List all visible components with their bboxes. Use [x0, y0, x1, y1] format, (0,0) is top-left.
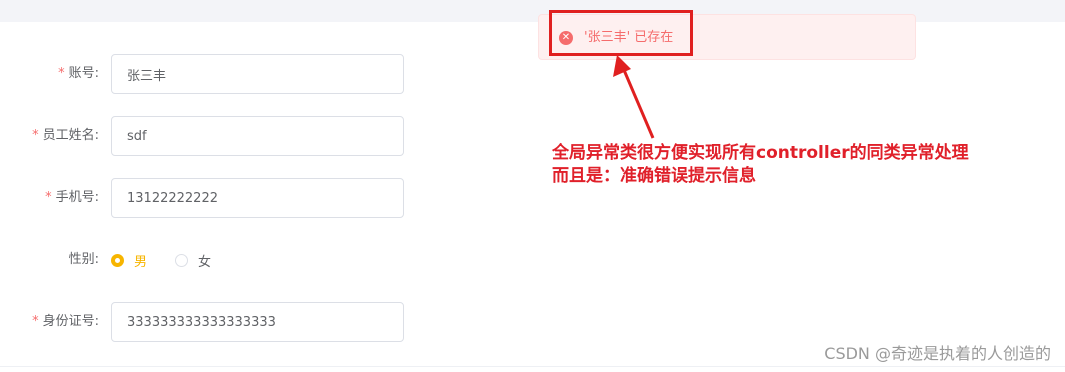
- required-mark: *: [58, 66, 65, 81]
- phone-label-text: 手机号:: [55, 190, 99, 205]
- phone-label: * 手机号:: [45, 178, 99, 218]
- form-row-phone: * 手机号:: [0, 178, 520, 218]
- employee-name-input[interactable]: [111, 116, 404, 156]
- radio-checked-icon[interactable]: [111, 253, 124, 267]
- annotation-arrow-line: [622, 69, 655, 139]
- id-card-input[interactable]: [111, 302, 404, 342]
- annotation-line-2: 而且是：准确错误提示信息: [552, 166, 756, 186]
- gender-label: 性别:: [68, 252, 99, 267]
- form-row-gender: 性别: 男 女: [0, 240, 520, 280]
- gender-radio-male[interactable]: 男: [111, 251, 147, 270]
- employee-name-label-text: 员工姓名:: [42, 128, 99, 143]
- annotation-highlight-box: [549, 10, 693, 56]
- account-label-text: 账号:: [68, 66, 99, 81]
- annotation-line-1: 全局异常类很方便实现所有controller的同类异常处理: [552, 143, 969, 163]
- required-mark: *: [32, 314, 39, 329]
- annotation-text: 全局异常类很方便实现所有controller的同类异常处理 而且是：准确错误提示…: [552, 142, 969, 188]
- account-label: * 账号:: [58, 54, 99, 94]
- required-mark: *: [32, 128, 39, 143]
- form-row-account: * 账号:: [0, 54, 520, 94]
- form-row-employee-name: * 员工姓名:: [0, 116, 520, 156]
- id-card-label-text: 身份证号:: [42, 314, 99, 329]
- gender-radio-group: 男 女: [111, 240, 239, 280]
- gender-radio-female[interactable]: 女: [175, 251, 211, 270]
- gender-female-label: 女: [198, 254, 212, 270]
- phone-input[interactable]: [111, 178, 404, 218]
- watermark: CSDN @奇迹是执着的人创造的: [824, 344, 1051, 363]
- radio-unchecked-icon[interactable]: [175, 253, 189, 267]
- employee-name-label: * 员工姓名:: [32, 116, 99, 156]
- id-card-label: * 身份证号:: [32, 302, 99, 342]
- gender-male-label: 男: [134, 254, 148, 270]
- required-mark: *: [45, 190, 52, 205]
- form-row-id-card: * 身份证号:: [0, 302, 520, 342]
- account-input[interactable]: [111, 54, 404, 94]
- divider: [0, 366, 1065, 367]
